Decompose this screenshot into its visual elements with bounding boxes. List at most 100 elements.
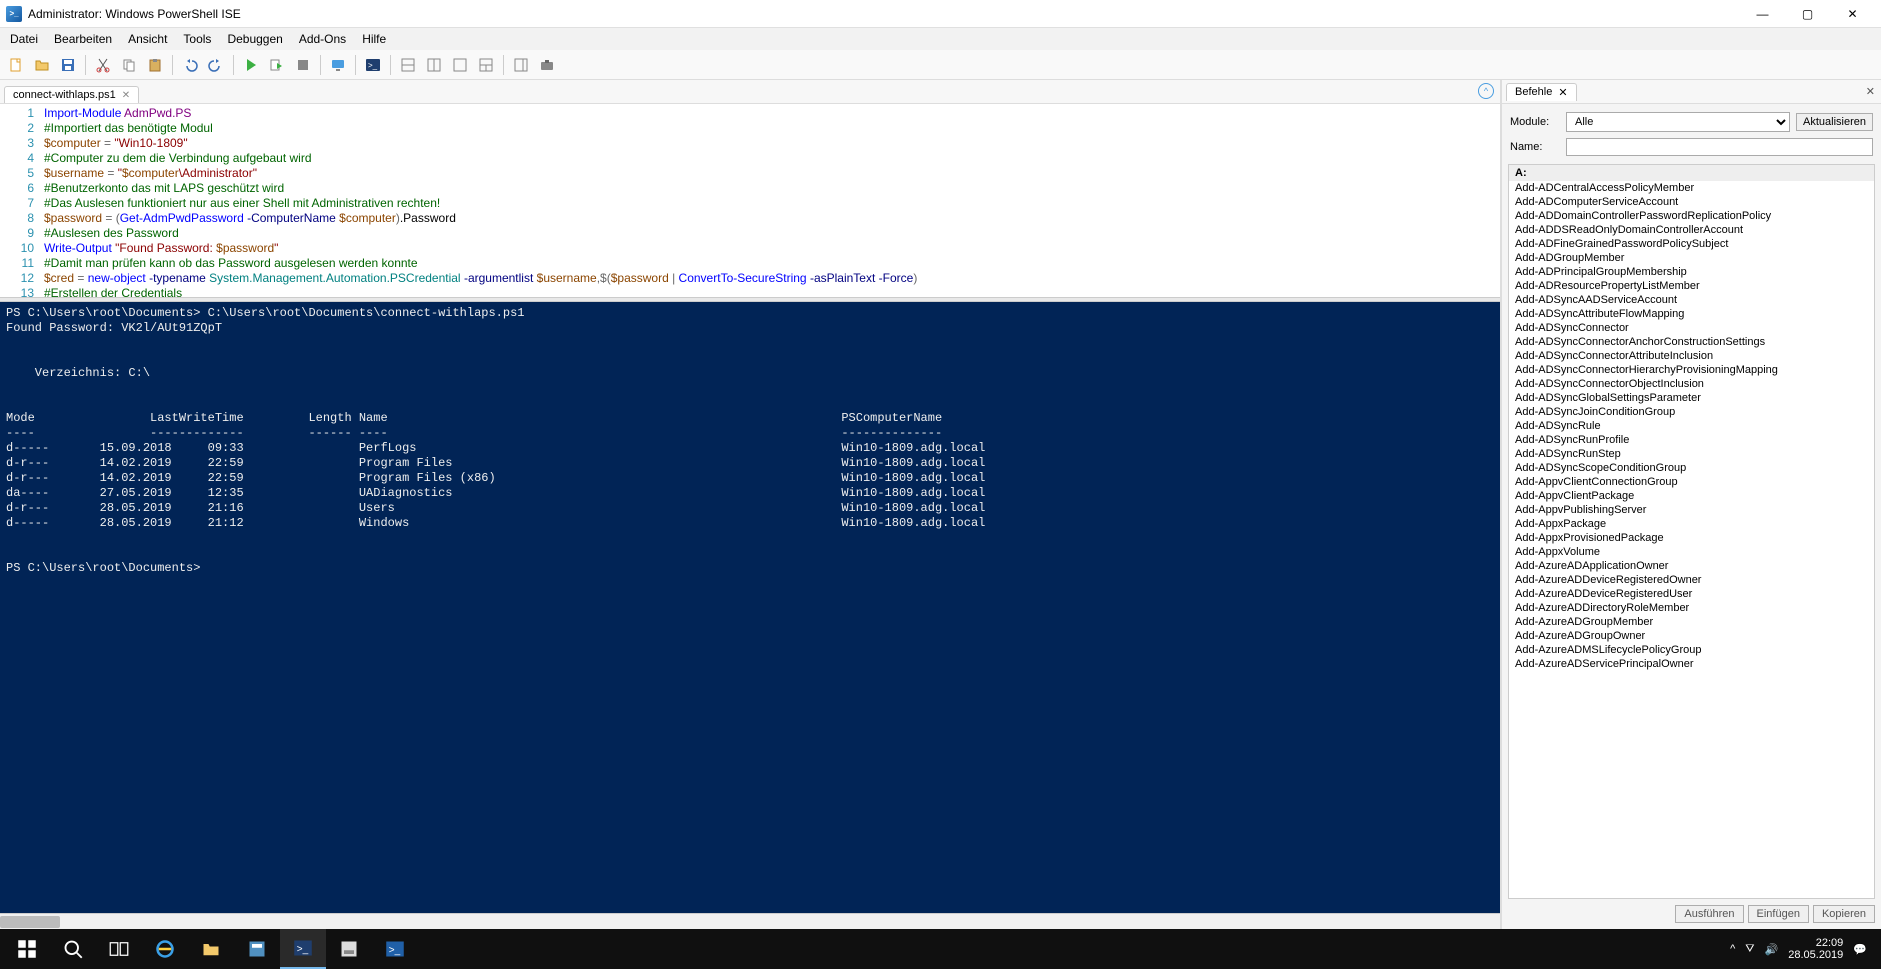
command-item[interactable]: Add-AzureADMSLifecyclePolicyGroup — [1509, 643, 1874, 657]
script-editor[interactable]: 123456789101112131415161718 Import-Modul… — [0, 104, 1500, 297]
command-item[interactable]: Add-ADSyncRunProfile — [1509, 433, 1874, 447]
command-item[interactable]: Add-ADCentralAccessPolicyMember — [1509, 181, 1874, 195]
command-item[interactable]: Add-ADSyncScopeConditionGroup — [1509, 461, 1874, 475]
command-item[interactable]: Add-AppvClientConnectionGroup — [1509, 475, 1874, 489]
ie-icon[interactable] — [142, 929, 188, 969]
commands-tab[interactable]: Befehle ✕ — [1506, 83, 1577, 101]
clock[interactable]: 22:09 28.05.2019 — [1788, 937, 1843, 961]
close-pane-icon[interactable]: ✕ — [1866, 85, 1875, 98]
powershell-button[interactable]: >_ — [361, 53, 385, 77]
layout-4-button[interactable] — [474, 53, 498, 77]
command-item[interactable]: Add-ADSyncJoinConditionGroup — [1509, 405, 1874, 419]
command-item[interactable]: Add-ADFineGrainedPasswordPolicySubject — [1509, 237, 1874, 251]
command-item[interactable]: Add-AzureADDirectoryRoleMember — [1509, 601, 1874, 615]
menu-ansicht[interactable]: Ansicht — [120, 30, 175, 48]
command-item[interactable]: Add-ADDomainControllerPasswordReplicatio… — [1509, 209, 1874, 223]
open-button[interactable] — [30, 53, 54, 77]
copy-button[interactable] — [117, 53, 141, 77]
maximize-button[interactable]: ▢ — [1785, 0, 1830, 28]
explorer-icon[interactable] — [188, 929, 234, 969]
command-item[interactable]: Add-ADGroupMember — [1509, 251, 1874, 265]
separator — [355, 55, 356, 75]
command-item[interactable]: Add-ADSyncAttributeFlowMapping — [1509, 307, 1874, 321]
command-item[interactable]: Add-ADResourcePropertyListMember — [1509, 279, 1874, 293]
insert-command-button[interactable]: Einfügen — [1748, 905, 1809, 923]
command-item[interactable]: Add-ADSyncRunStep — [1509, 447, 1874, 461]
titlebar: >_ Administrator: Windows PowerShell ISE… — [0, 0, 1881, 28]
command-item[interactable]: Add-AppxVolume — [1509, 545, 1874, 559]
menubar: DateiBearbeitenAnsichtToolsDebuggenAdd-O… — [0, 28, 1881, 50]
command-item[interactable]: Add-AzureADDeviceRegisteredUser — [1509, 587, 1874, 601]
script-tab[interactable]: connect-withlaps.ps1 ✕ — [4, 86, 139, 103]
cut-button[interactable] — [91, 53, 115, 77]
minimize-button[interactable]: — — [1740, 0, 1785, 28]
command-item[interactable]: Add-ADSyncConnectorAttributeInclusion — [1509, 349, 1874, 363]
search-icon[interactable] — [50, 929, 96, 969]
undo-button[interactable] — [178, 53, 202, 77]
console-pane[interactable]: PS C:\Users\root\Documents> C:\Users\roo… — [0, 302, 1500, 913]
run-selection-button[interactable] — [265, 53, 289, 77]
command-item[interactable]: Add-AzureADApplicationOwner — [1509, 559, 1874, 573]
copy-command-button[interactable]: Kopieren — [1813, 905, 1875, 923]
close-button[interactable]: ✕ — [1830, 0, 1875, 28]
command-item[interactable]: Add-AppxPackage — [1509, 517, 1874, 531]
show-command-button[interactable] — [509, 53, 533, 77]
redo-button[interactable] — [204, 53, 228, 77]
task-view-icon[interactable] — [96, 929, 142, 969]
menu-datei[interactable]: Datei — [2, 30, 46, 48]
command-item[interactable]: Add-ADSyncConnectorAnchorConstructionSet… — [1509, 335, 1874, 349]
command-item[interactable]: Add-ADSyncConnectorHierarchyProvisioning… — [1509, 363, 1874, 377]
paste-button[interactable] — [143, 53, 167, 77]
new-button[interactable] — [4, 53, 28, 77]
start-button[interactable] — [4, 929, 50, 969]
stop-button[interactable] — [291, 53, 315, 77]
command-item[interactable]: Add-ADDSReadOnlyDomainControllerAccount — [1509, 223, 1874, 237]
close-tab-icon[interactable]: ✕ — [122, 90, 130, 101]
command-item[interactable]: Add-ADSyncRule — [1509, 419, 1874, 433]
refresh-button[interactable]: Aktualisieren — [1796, 113, 1873, 131]
command-item[interactable]: Add-ADSyncGlobalSettingsParameter — [1509, 391, 1874, 405]
command-item[interactable]: Add-AppxProvisionedPackage — [1509, 531, 1874, 545]
module-select[interactable]: Alle — [1566, 112, 1790, 132]
name-input[interactable] — [1566, 138, 1873, 156]
command-item[interactable]: Add-AzureADGroupMember — [1509, 615, 1874, 629]
commands-list[interactable]: A: Add-ADCentralAccessPolicyMemberAdd-AD… — [1508, 164, 1875, 899]
command-item[interactable]: Add-AzureADServicePrincipalOwner — [1509, 657, 1874, 671]
run-button[interactable] — [239, 53, 263, 77]
save-button[interactable] — [56, 53, 80, 77]
command-item[interactable]: Add-AppvClientPackage — [1509, 489, 1874, 503]
tray-up-icon[interactable]: ^ — [1730, 943, 1735, 955]
close-commands-icon[interactable]: ✕ — [1558, 86, 1567, 99]
sound-icon[interactable]: 🔊 — [1765, 943, 1779, 956]
command-item[interactable]: Add-ADComputerServiceAccount — [1509, 195, 1874, 209]
layout-3-button[interactable] — [448, 53, 472, 77]
notifications-icon[interactable]: 💬 — [1853, 943, 1867, 956]
command-item[interactable]: Add-ADSyncConnectorObjectInclusion — [1509, 377, 1874, 391]
command-item[interactable]: Add-AzureADGroupOwner — [1509, 629, 1874, 643]
powershell-ise-taskbar-icon[interactable]: >_ — [280, 929, 326, 969]
network-icon[interactable]: ⛛ — [1745, 943, 1754, 956]
menu-hilfe[interactable]: Hilfe — [354, 30, 394, 48]
code-area[interactable]: Import-Module AdmPwd.PS#Importiert das b… — [40, 104, 921, 297]
scrollbar-thumb[interactable] — [0, 916, 60, 928]
command-item[interactable]: Add-ADSyncConnector — [1509, 321, 1874, 335]
app-icon-2[interactable] — [326, 929, 372, 969]
horizontal-scrollbar[interactable] — [0, 913, 1500, 929]
command-item[interactable]: Add-AzureADDeviceRegisteredOwner — [1509, 573, 1874, 587]
layout-2-button[interactable] — [422, 53, 446, 77]
run-command-button[interactable]: Ausführen — [1675, 905, 1743, 923]
menu-debuggen[interactable]: Debuggen — [219, 30, 290, 48]
menu-bearbeiten[interactable]: Bearbeiten — [46, 30, 120, 48]
menu-tools[interactable]: Tools — [175, 30, 219, 48]
command-item[interactable]: Add-AppvPublishingServer — [1509, 503, 1874, 517]
layout-1-button[interactable] — [396, 53, 420, 77]
server-manager-icon[interactable] — [234, 929, 280, 969]
command-item[interactable]: Add-ADPrincipalGroupMembership — [1509, 265, 1874, 279]
toolbox-button[interactable] — [535, 53, 559, 77]
powershell-taskbar-icon[interactable]: >_ — [372, 929, 418, 969]
main-area: connect-withlaps.ps1 ✕ ^ 123456789101112… — [0, 80, 1881, 929]
menu-add-ons[interactable]: Add-Ons — [291, 30, 354, 48]
remote-button[interactable] — [326, 53, 350, 77]
collapse-editor-icon[interactable]: ^ — [1478, 83, 1494, 99]
command-item[interactable]: Add-ADSyncAADServiceAccount — [1509, 293, 1874, 307]
